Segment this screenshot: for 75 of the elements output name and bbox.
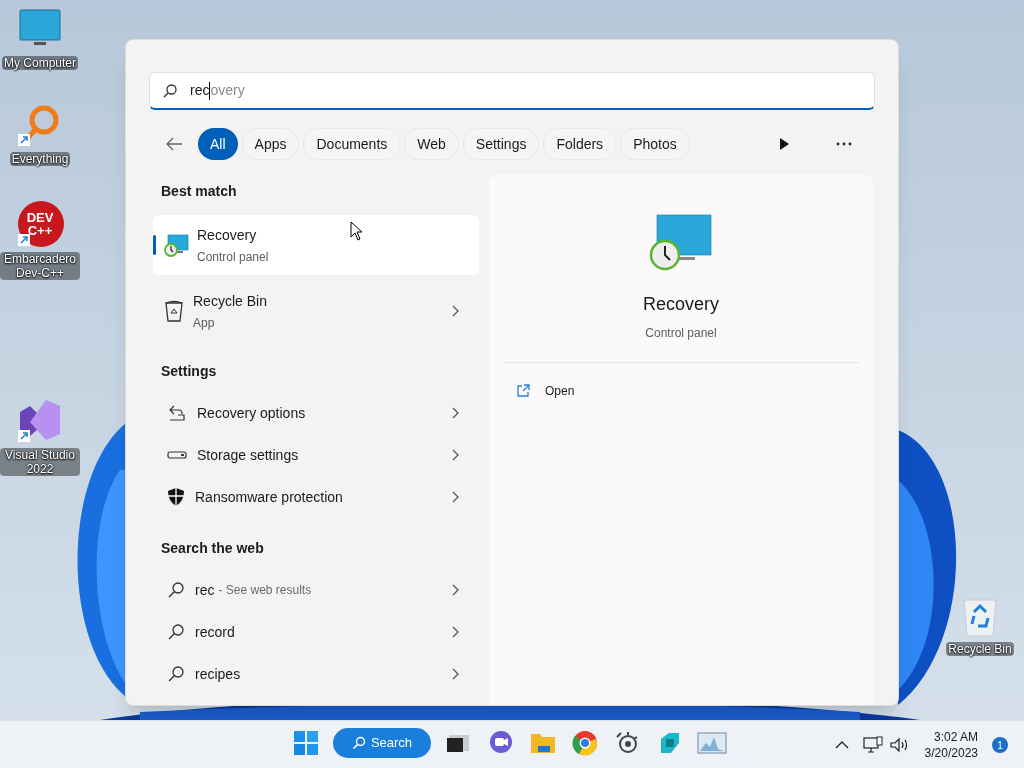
result-title: Storage settings (197, 445, 299, 465)
preview-subtitle: Control panel (645, 325, 717, 342)
chevron-icon (451, 449, 459, 461)
result-item[interactable]: Recovery options (153, 392, 479, 434)
result-title: rec (195, 580, 215, 600)
search-field[interactable]: recovery (149, 72, 875, 110)
back-arrow-icon[interactable] (164, 136, 184, 152)
search-query: rec (190, 81, 210, 100)
logo-text: C++ (27, 224, 53, 237)
section-heading: Settings (160, 362, 218, 381)
notification-badge[interactable]: 1 (992, 737, 1008, 753)
search-icon (167, 665, 185, 683)
recovery-icon (163, 232, 189, 258)
result-title: recipes (195, 664, 241, 684)
result-item[interactable]: Storage settings (153, 434, 479, 476)
logo-text: DEV (26, 211, 54, 224)
search-icon (167, 581, 185, 599)
desktop-icon-label[interactable]: My Computer (2, 56, 78, 70)
result-title: record (195, 622, 235, 642)
chevron-icon (451, 305, 459, 317)
desktop-icon-label[interactable]: Recycle Bin (946, 642, 1014, 656)
result-subtitle: Control panel (197, 248, 269, 266)
result-item[interactable]: Ransomware protection (153, 476, 479, 518)
result-hint: - See web results (218, 582, 312, 599)
filter-tab[interactable]: Photos (620, 128, 690, 160)
logo-icon (16, 200, 64, 248)
search-icon (351, 736, 366, 750)
start-button-icon[interactable] (293, 730, 319, 756)
more-icon[interactable] (836, 142, 852, 146)
reset-icon (167, 404, 187, 422)
desktop-icon-label[interactable]: Visual Studio 2022 (0, 448, 80, 476)
clock[interactable]: 3:02 AM 3/20/2023 (924, 729, 978, 761)
desktop-icon-label[interactable]: Embarcadero Dev-C++ (0, 252, 80, 280)
search-button[interactable]: Search (333, 728, 431, 758)
chevron-icon (451, 491, 459, 503)
network-icon[interactable] (862, 736, 883, 754)
browser-icon[interactable] (571, 729, 599, 757)
recovery-icon (649, 213, 713, 273)
external-link-icon (515, 383, 531, 399)
result-title: Recovery options (197, 403, 306, 423)
filter-tab[interactable]: All (198, 128, 238, 160)
filter-tab[interactable]: Web (404, 128, 459, 160)
result-item[interactable]: Recycle Bin App (153, 281, 479, 341)
play-icon[interactable] (778, 137, 790, 151)
open-action[interactable]: Open (503, 371, 859, 411)
result-item[interactable]: rec - See web results (153, 569, 479, 611)
chevron-up-icon[interactable] (834, 740, 849, 750)
search-icon (167, 623, 185, 641)
filter-tab[interactable]: Apps (241, 128, 300, 160)
result-title: Recycle Bin (193, 291, 267, 311)
chevron-icon (451, 584, 459, 596)
search-icon (162, 82, 178, 99)
mouse-cursor-icon (350, 221, 364, 241)
section-heading: Search the web (160, 539, 265, 558)
trash-bin-icon (163, 299, 185, 323)
shield-icon (167, 487, 185, 507)
filter-tab[interactable]: Documents (303, 128, 401, 160)
chevron-icon (451, 668, 459, 680)
recycle-bin-icon (960, 596, 1000, 638)
speaker-icon[interactable] (888, 737, 909, 753)
result-item[interactable]: record (153, 611, 479, 653)
filter-tab[interactable]: Settings (462, 128, 540, 160)
chevron-icon (451, 626, 459, 638)
filter-tab[interactable]: Folders (543, 128, 617, 160)
result-item[interactable]: recipes (153, 653, 479, 695)
section-heading: Best match (160, 182, 238, 201)
autocomplete-text: overy (210, 81, 245, 100)
drive-icon (167, 450, 187, 460)
result-subtitle: App (193, 314, 215, 332)
result-title: Ransomware protection (195, 487, 343, 507)
text-caret (209, 81, 211, 100)
result-item[interactable]: Recovery Control panel (153, 215, 479, 275)
result-title: Recovery (197, 225, 257, 245)
preview-title: Recovery (643, 293, 719, 316)
chevron-icon (451, 407, 459, 419)
